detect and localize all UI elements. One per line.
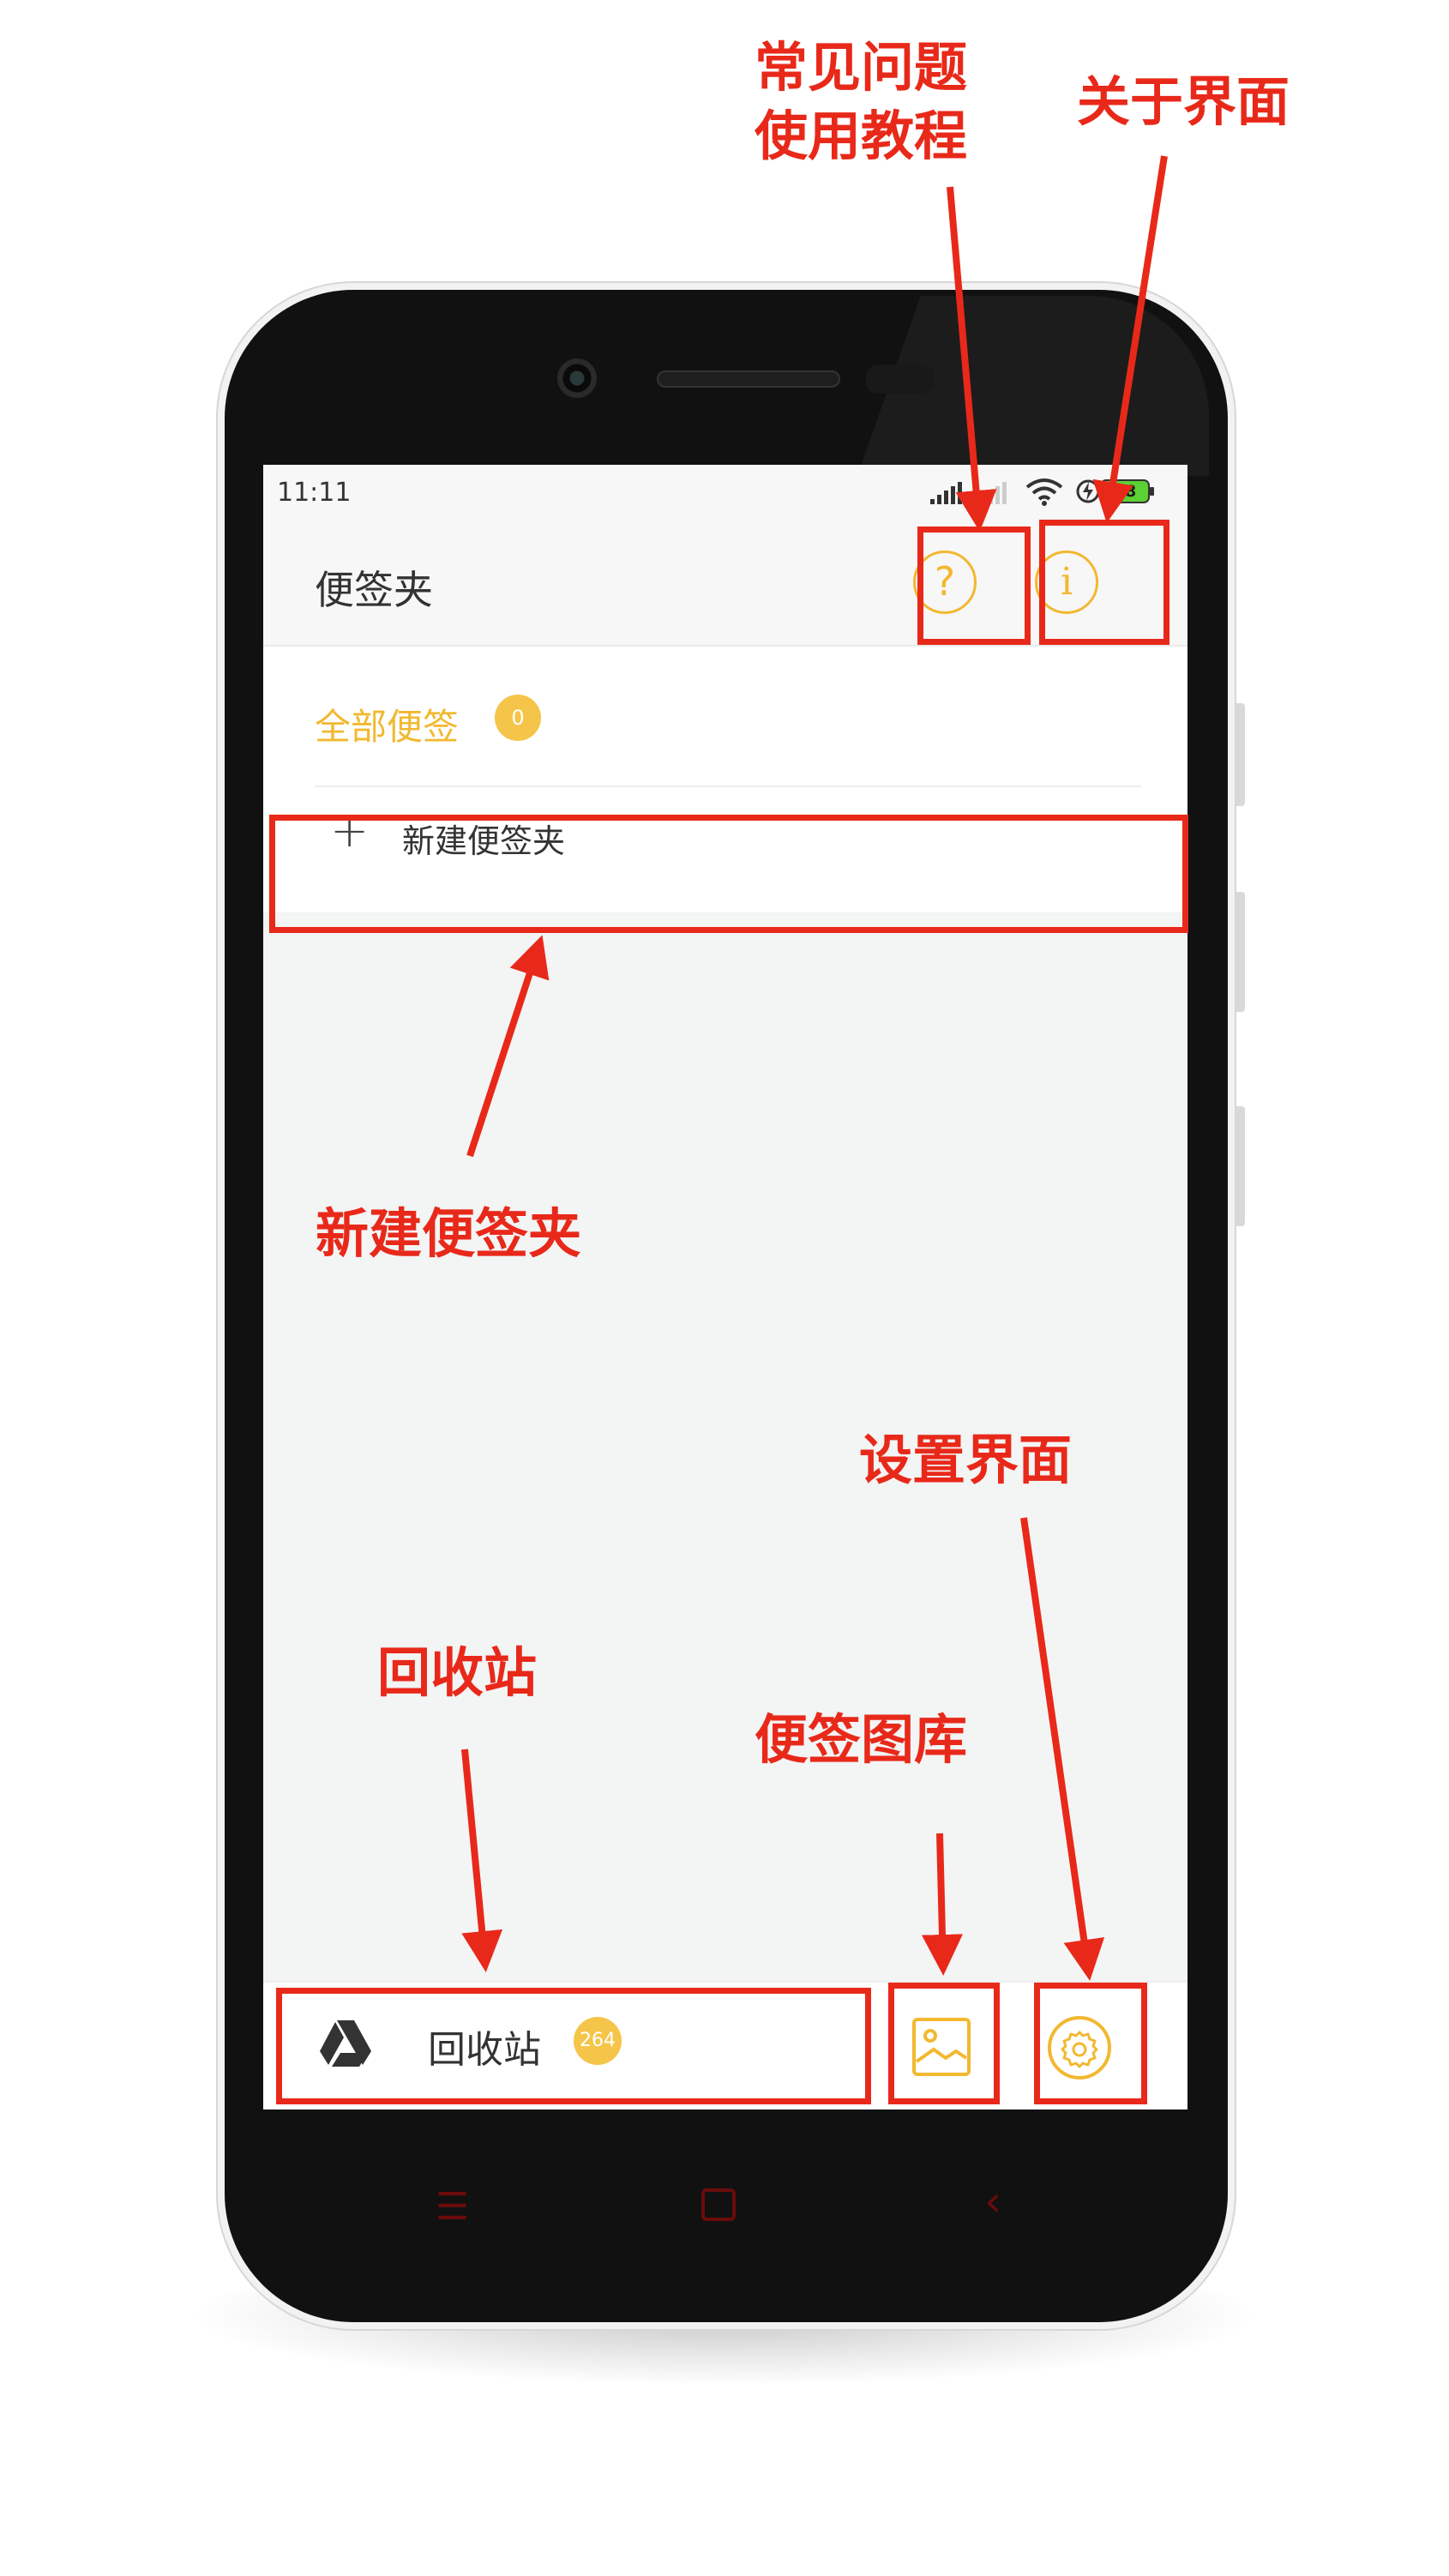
arrow-to-help (947, 186, 997, 532)
arrow-to-new-folder (466, 935, 550, 1158)
arrow-to-trash (461, 1748, 503, 1972)
arrow-to-settings (1020, 1517, 1105, 1981)
arrow-to-about (1092, 155, 1168, 523)
annotation-arrows (461, 155, 1168, 1981)
arrow-to-gallery (921, 1833, 963, 1976)
